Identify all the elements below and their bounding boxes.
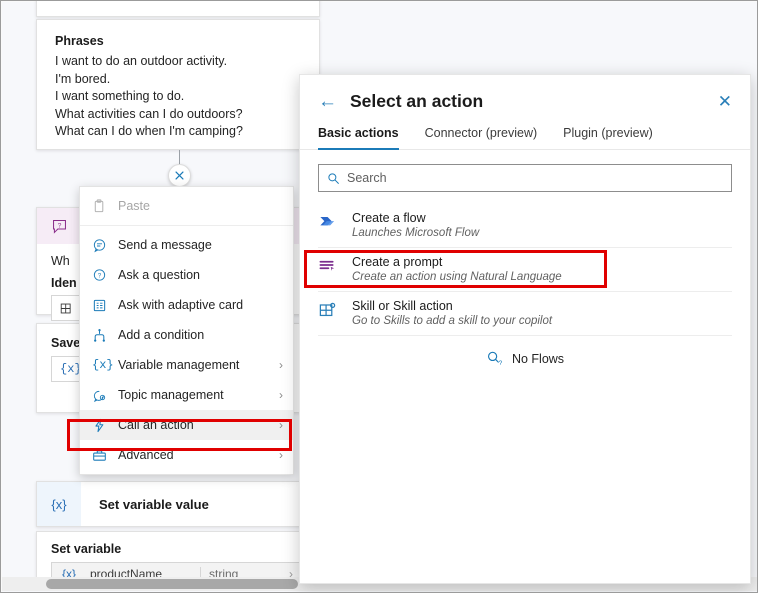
trigger-edit-row[interactable]: Edit [92, 0, 132, 2]
menu-item-topic-management[interactable]: Topic management › [80, 380, 293, 410]
phrases-title: Phrases [55, 34, 104, 48]
action-title: Skill or Skill action [352, 299, 453, 313]
menu-item-label: Ask a question [118, 268, 200, 282]
phrase-line: What activities can I do outdoors? [55, 106, 243, 121]
trigger-card[interactable]: Edit [36, 0, 320, 17]
skill-grid-icon [60, 302, 73, 315]
set-variable-detail[interactable]: Set variable {x} productName string › [36, 531, 320, 586]
tab-plugin-preview[interactable]: Plugin (preview) [563, 126, 653, 149]
lightning-bolt-icon [92, 418, 118, 433]
question-icon: ? [92, 268, 118, 283]
set-variable-section-label: Set variable [51, 542, 122, 556]
back-arrow-icon[interactable]: ← [318, 92, 344, 111]
menu-item-label: Advanced [118, 448, 174, 462]
search-input[interactable]: Search [318, 164, 732, 192]
skill-grid-icon [318, 298, 352, 320]
condition-branch-icon [92, 328, 118, 343]
menu-item-ask-with-adaptive-card[interactable]: Ask with adaptive card [80, 290, 293, 320]
message-icon [92, 238, 118, 253]
action-subtitle: Go to Skills to add a skill to your copi… [352, 315, 553, 327]
set-variable-node-title: Set variable value [99, 496, 209, 512]
trigger-edit-link[interactable]: Edit [111, 1, 132, 2]
action-subtitle: Create an action using Natural Language [352, 271, 562, 283]
question-icon: ? [51, 218, 68, 235]
menu-item-label: Send a message [118, 238, 212, 252]
action-item-skill-or-skill-action[interactable]: Skill or Skill action Go to Skills to ad… [318, 292, 732, 336]
horizontal-scrollbar-thumb[interactable] [46, 579, 298, 589]
menu-item-label: Topic management [118, 388, 224, 402]
menu-item-paste: Paste [80, 191, 293, 221]
chevron-right-icon[interactable]: › [269, 418, 283, 432]
empty-state-no-flows: ? No Flows [318, 336, 732, 367]
toolbox-icon [92, 448, 118, 463]
menu-item-send-a-message[interactable]: Send a message [80, 230, 293, 260]
menu-item-label: Paste [118, 199, 150, 213]
prompt-lines-icon [318, 254, 352, 276]
clipboard-icon [92, 198, 118, 214]
phrase-line: I want something to do. [55, 89, 185, 103]
variable-braces-icon: {x} [37, 482, 81, 526]
menu-item-ask-a-question[interactable]: ? Ask a question [80, 260, 293, 290]
phrases-card[interactable]: Phrases I want to do an outdoor activity… [36, 19, 320, 150]
menu-item-add-a-condition[interactable]: Add a condition [80, 320, 293, 350]
menu-item-label: Ask with adaptive card [118, 298, 244, 312]
menu-item-variable-management[interactable]: {x} Variable management › [80, 350, 293, 380]
action-title: Create a prompt [352, 255, 443, 269]
app-root: Edit Phrases I want to do an outdoor act… [0, 0, 758, 593]
close-icon[interactable]: ✕ [718, 93, 732, 110]
panel-tabs[interactable]: Basic actions Connector (preview) Plugin… [300, 112, 750, 150]
menu-item-label: Call an action [118, 418, 194, 432]
svg-text:?: ? [58, 222, 62, 229]
chevron-right-icon[interactable]: › [269, 358, 283, 372]
topic-gear-icon [92, 388, 118, 403]
select-an-action-panel[interactable]: ← Select an action ✕ Basic actions Conne… [299, 74, 751, 584]
search-question-icon: ? [486, 350, 503, 367]
set-variable-node[interactable]: {x} Set variable value [36, 481, 320, 527]
action-list[interactable]: Create a flow Launches Microsoft Flow Cr… [300, 192, 750, 367]
panel-title: Select an action [350, 91, 484, 111]
close-icon [175, 171, 184, 180]
tab-basic-actions[interactable]: Basic actions [318, 126, 399, 150]
menu-divider [80, 225, 293, 226]
search-icon [327, 172, 340, 185]
phrase-line: What can I do when I'm camping? [55, 124, 243, 138]
menu-item-call-an-action[interactable]: Call an action › [80, 410, 293, 440]
node-context-menu[interactable]: Paste Send a message ? Ask a question As… [79, 186, 294, 475]
chevron-right-icon[interactable]: › [269, 448, 283, 462]
pencil-icon [92, 0, 103, 1]
variable-braces-icon: {x} [92, 358, 114, 372]
svg-text:?: ? [98, 272, 102, 279]
tab-connector-preview[interactable]: Connector (preview) [425, 126, 538, 149]
power-automate-flow-icon [318, 210, 352, 232]
adaptive-card-icon [92, 298, 118, 313]
chevron-right-icon[interactable]: › [269, 388, 283, 402]
connector-close-button[interactable] [168, 164, 191, 187]
menu-item-label: Add a condition [118, 328, 205, 342]
empty-state-label: No Flows [511, 351, 565, 366]
action-title: Create a flow [352, 211, 426, 225]
menu-item-advanced[interactable]: Advanced › [80, 440, 293, 470]
search-placeholder: Search [347, 171, 387, 185]
menu-item-label: Variable management [118, 358, 240, 372]
svg-text:?: ? [499, 360, 503, 367]
action-subtitle: Launches Microsoft Flow [352, 227, 480, 239]
phrase-line: I want to do an outdoor activity. [55, 54, 228, 68]
phrase-line: I'm bored. [55, 71, 111, 86]
action-item-create-a-prompt[interactable]: Create a prompt Create an action using N… [318, 248, 732, 292]
action-item-create-a-flow[interactable]: Create a flow Launches Microsoft Flow [318, 204, 732, 248]
